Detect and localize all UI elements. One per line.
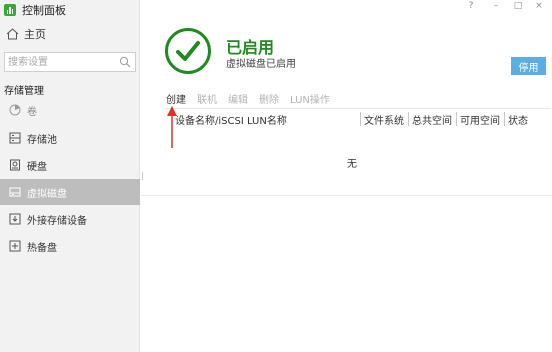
sidebar-item-virtual-disk[interactable]: 虚拟磁盘 <box>0 179 140 205</box>
volume-icon <box>9 104 21 116</box>
maximize-button[interactable]: □ <box>512 0 524 12</box>
column-header-free-space[interactable]: 可用空间 <box>460 112 500 127</box>
control-panel-logo-icon <box>4 4 16 16</box>
column-separator[interactable] <box>456 112 457 126</box>
empty-table-message: 无 <box>347 159 357 170</box>
table-header: 设备名称/iSCSI LUN名称 文件系统 总共空间 可用空间 状态 <box>165 108 551 128</box>
divider <box>141 195 552 196</box>
hot-spare-icon <box>9 240 21 252</box>
red-arrow-annotation-icon <box>167 106 177 148</box>
checkmark-icon <box>176 41 200 61</box>
column-separator[interactable] <box>408 112 409 126</box>
search-box <box>4 52 136 72</box>
external-storage-icon <box>9 213 21 225</box>
edit-button[interactable]: 编辑 <box>228 91 248 106</box>
column-header-total-space[interactable]: 总共空间 <box>412 112 452 127</box>
delete-button[interactable]: 删除 <box>259 91 279 106</box>
search-icon[interactable] <box>119 56 131 68</box>
create-button[interactable]: 创建 <box>166 91 186 106</box>
sidebar-item-label: 卷 <box>27 106 37 118</box>
sidebar-item-hard-disk[interactable]: 硬盘 <box>0 152 140 178</box>
app-title: 控制面板 <box>4 3 66 17</box>
column-header-device-name[interactable]: 设备名称/iSCSI LUN名称 <box>175 112 287 127</box>
hard-disk-icon <box>10 159 20 171</box>
minimize-button[interactable]: – <box>490 0 502 12</box>
status-subtitle: 虚拟磁盘已启用 <box>226 59 296 70</box>
toolbar: 创建 联机 编辑 删除 LUN操作 <box>166 91 330 106</box>
virtual-disk-icon <box>9 187 21 197</box>
sidebar: 控制面板 主页 存储管理 卷 存储池 <box>0 0 140 352</box>
sidebar-item-label: 热备盘 <box>27 242 57 254</box>
section-header-storage: 存储管理 <box>4 86 44 97</box>
sidebar-item-hot-spare[interactable]: 热备盘 <box>0 233 140 259</box>
column-separator[interactable] <box>360 112 361 126</box>
sidebar-item-label: 虚拟磁盘 <box>27 188 67 200</box>
column-separator[interactable] <box>504 112 505 126</box>
help-button[interactable]: ? <box>465 0 477 12</box>
column-header-file-system[interactable]: 文件系统 <box>364 112 404 127</box>
sidebar-item-external-storage[interactable]: 外接存储设备 <box>0 206 140 232</box>
close-button[interactable]: × <box>533 0 545 12</box>
lun-operation-button[interactable]: LUN操作 <box>290 91 330 106</box>
search-input[interactable] <box>5 53 117 71</box>
home-label: 主页 <box>24 28 46 41</box>
sidebar-item-label: 外接存储设备 <box>27 215 87 227</box>
sidebar-item-label: 硬盘 <box>27 161 47 173</box>
home-icon <box>6 28 19 40</box>
enabled-status-icon <box>165 28 211 74</box>
storage-pool-icon <box>9 132 21 144</box>
online-button[interactable]: 联机 <box>197 91 217 106</box>
home-link[interactable]: 主页 <box>6 26 46 42</box>
app-title-text: 控制面板 <box>22 4 66 17</box>
column-header-status[interactable]: 状态 <box>508 112 528 127</box>
sidebar-item-storage-pool[interactable]: 存储池 <box>0 125 140 151</box>
disable-button[interactable]: 停用 <box>511 57 546 75</box>
sidebar-item-volume[interactable]: 卷 <box>0 97 140 123</box>
sidebar-item-label: 存储池 <box>27 134 57 146</box>
pane-splitter[interactable] <box>142 172 144 180</box>
